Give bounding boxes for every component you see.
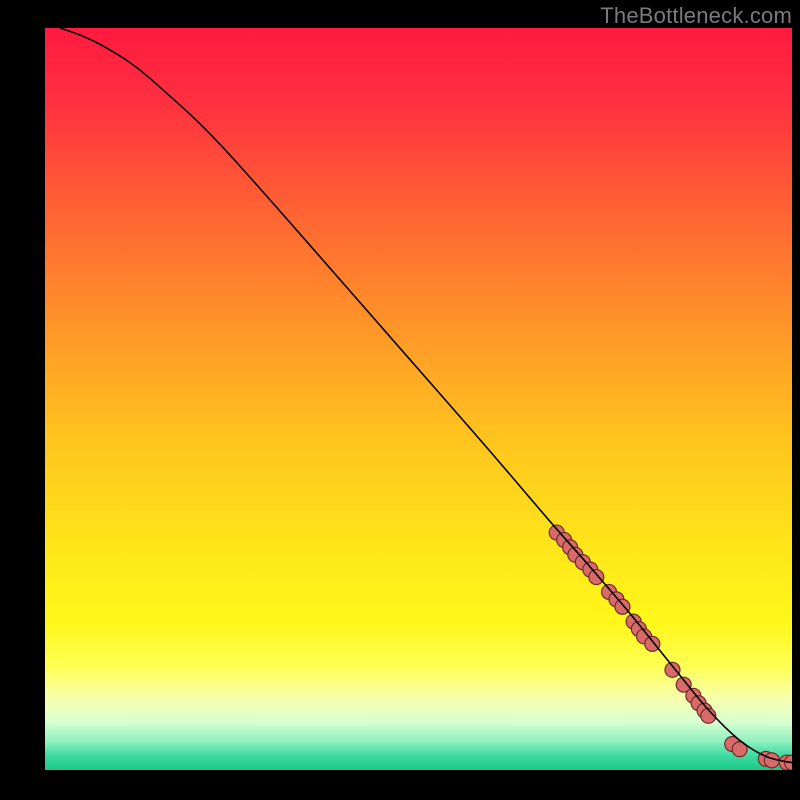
plot-area xyxy=(45,28,792,770)
gradient-background xyxy=(45,28,792,770)
chart-container: TheBottleneck.com xyxy=(0,0,800,800)
data-marker xyxy=(645,636,660,651)
data-marker xyxy=(589,570,604,585)
data-marker xyxy=(665,662,680,677)
data-marker xyxy=(615,599,630,614)
chart-svg xyxy=(45,28,792,770)
attribution-text: TheBottleneck.com xyxy=(600,3,792,29)
